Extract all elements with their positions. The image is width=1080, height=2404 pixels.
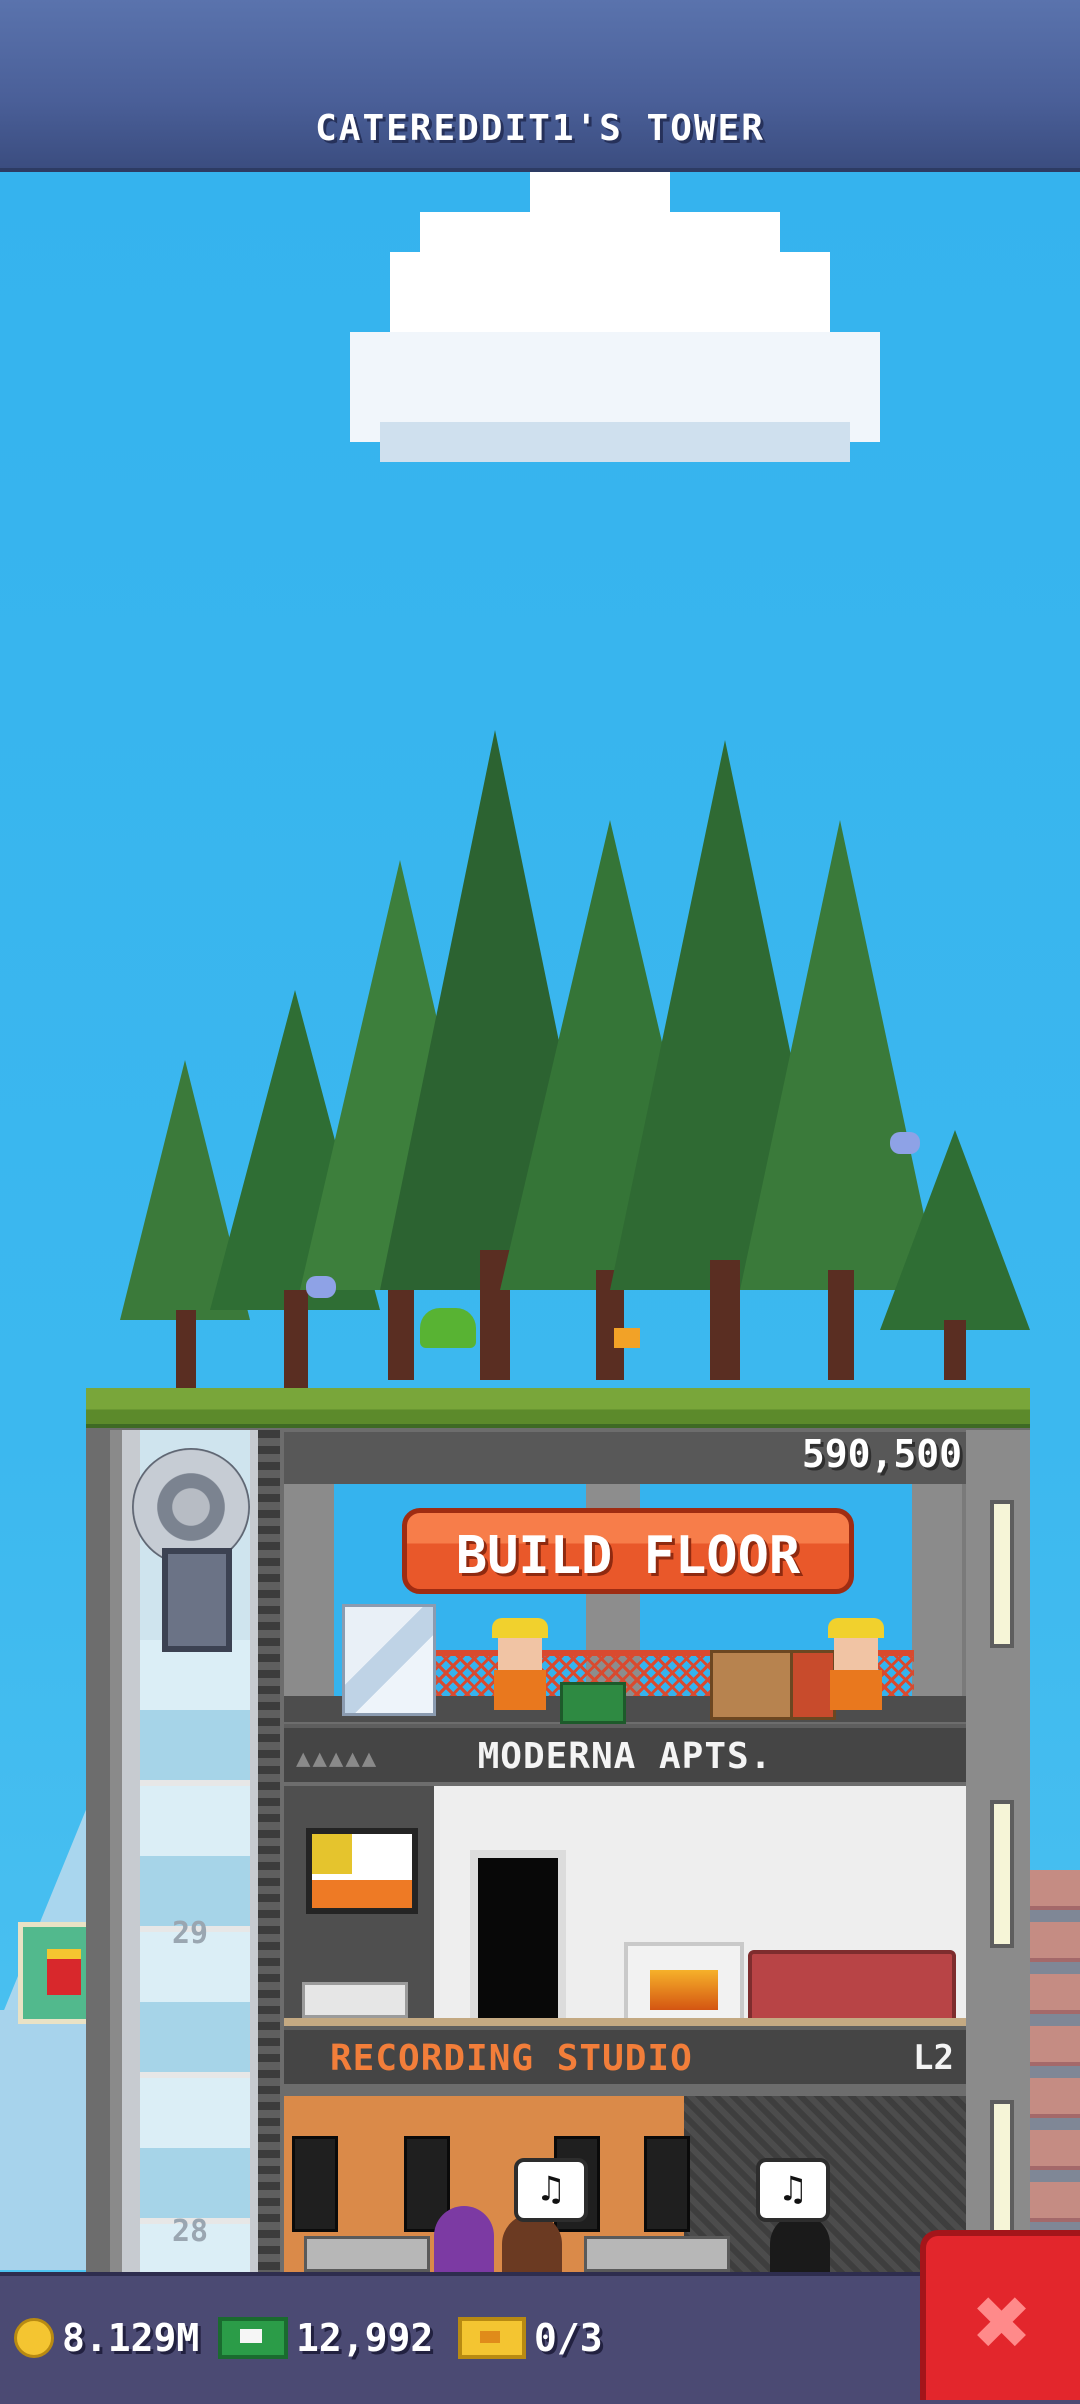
floor-level: L2: [913, 2038, 954, 2078]
elevator-rail: [258, 1430, 280, 2272]
bux-display[interactable]: 12,992: [218, 2310, 433, 2366]
construction-worker: [824, 1618, 888, 1714]
elevator-car[interactable]: [162, 1548, 232, 1652]
frog: [420, 1308, 476, 1348]
window-light: [990, 1800, 1014, 1948]
floor-label-recording-studio[interactable]: RECORDING STUDIO L2: [284, 2026, 966, 2084]
elevator-floor-number: 28: [171, 2214, 209, 2249]
music-note-icon[interactable]: ♫: [514, 2158, 588, 2222]
floor-name: MODERNA APTS.: [477, 1736, 773, 1777]
close-icon: ✖: [974, 2266, 1032, 2378]
sofa: [748, 1950, 956, 2024]
mixing-console: [304, 2236, 430, 2272]
recording-studio-floor[interactable]: ♫ ♫: [284, 2096, 966, 2284]
ticket-icon: [458, 2317, 526, 2359]
close-button[interactable]: ✖: [920, 2230, 1080, 2400]
apartment-floor[interactable]: [284, 1786, 966, 2028]
title-bar: CATEREDDIT1'S TOWER: [0, 0, 1080, 172]
butterfly: [614, 1328, 640, 1348]
floor-name: RECORDING STUDIO: [330, 2038, 693, 2079]
background-building-left: [0, 2010, 90, 2270]
coins-display[interactable]: 8.129M: [14, 2310, 199, 2366]
build-floor-button[interactable]: BUILD FLOOR: [402, 1508, 854, 1594]
wall-art: [306, 1828, 418, 1914]
tool-bag: [560, 1682, 626, 1724]
bird: [306, 1276, 336, 1298]
coin-icon: [14, 2318, 54, 2358]
cash-icon: [218, 2317, 288, 2359]
window-light: [990, 2100, 1014, 2248]
apartment-door: [470, 1850, 566, 2026]
bitizen[interactable]: [434, 2206, 494, 2276]
tickets-value: 0/3: [534, 2316, 603, 2360]
tickets-display[interactable]: 0/3: [458, 2310, 603, 2366]
cloud: [350, 172, 880, 462]
side-table: [302, 1982, 408, 2018]
pine-tree: [880, 1130, 1030, 1380]
mixing-console: [584, 2236, 730, 2272]
roof-grass: [86, 1388, 1030, 1430]
window-light: [990, 1500, 1014, 1648]
glass-panel: [342, 1604, 436, 1716]
bux-value: 12,992: [296, 2316, 434, 2360]
coins-value: 8.129M: [62, 2316, 200, 2360]
wood-crate: [710, 1650, 802, 1720]
elevator-floor-number: 29: [171, 1916, 209, 1951]
bottom-hud: 8.129M 12,992 0/3: [0, 2272, 1080, 2404]
elevator-glass: [140, 1640, 250, 2272]
tower-title: CATEREDDIT1'S TOWER: [315, 108, 765, 149]
music-note-icon[interactable]: ♫: [756, 2158, 830, 2222]
build-cost: 590,500: [801, 1432, 962, 1476]
floor-label-moderna[interactable]: ▲▲▲▲▲ MODERNA APTS.: [284, 1724, 966, 1782]
fries-icon: [47, 1949, 81, 1995]
bird: [890, 1132, 920, 1154]
fireplace: [624, 1942, 744, 2026]
speaker: [644, 2136, 690, 2232]
speaker: [292, 2136, 338, 2232]
construction-worker: [488, 1618, 552, 1714]
